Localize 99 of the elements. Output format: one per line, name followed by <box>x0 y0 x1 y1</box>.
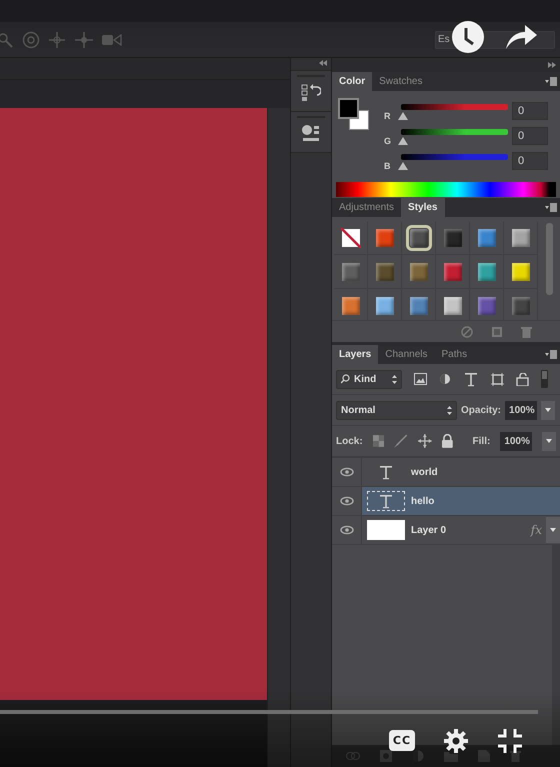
fill-dropdown-button[interactable] <box>542 432 556 450</box>
expand-icon[interactable] <box>548 62 556 68</box>
search-icon <box>341 374 350 384</box>
style-swatch[interactable] <box>342 262 360 280</box>
clock-icon[interactable] <box>452 21 484 53</box>
exit-fullscreen-icon[interactable] <box>498 729 522 753</box>
lock-transparency-icon[interactable] <box>372 435 384 447</box>
move-icon[interactable] <box>418 434 432 448</box>
properties-icon[interactable] <box>301 124 321 144</box>
history-icon[interactable] <box>301 83 321 103</box>
color-spectrum[interactable] <box>336 182 556 197</box>
style-swatch[interactable] <box>410 228 428 246</box>
stepper-icon <box>447 406 452 414</box>
color-slider[interactable] <box>398 102 508 120</box>
style-swatch[interactable] <box>376 228 394 246</box>
slider-thumb-icon[interactable] <box>398 112 408 120</box>
style-swatch[interactable] <box>444 262 462 280</box>
shape-filter-icon[interactable] <box>491 372 504 386</box>
blend-mode-label: Normal <box>341 404 376 416</box>
color-swatches[interactable] <box>338 98 372 132</box>
layer-name: world <box>411 466 439 478</box>
share-icon[interactable] <box>506 22 538 50</box>
no-style-icon[interactable] <box>340 228 360 248</box>
slider-thumb-icon[interactable] <box>398 162 408 170</box>
panel-tab[interactable]: Layers <box>332 345 378 364</box>
style-swatch[interactable] <box>410 262 428 280</box>
channel-value-field[interactable]: 0 <box>512 102 548 120</box>
opacity-dropdown-button[interactable] <box>541 400 556 420</box>
layer-name: hello <box>411 496 436 506</box>
eye-icon[interactable] <box>338 496 354 506</box>
style-swatch[interactable] <box>342 296 360 314</box>
collapse-icon[interactable] <box>319 60 327 66</box>
panel-menu-icon[interactable] <box>545 77 557 86</box>
adjustment-filter-icon[interactable] <box>439 373 451 385</box>
type-icon <box>378 464 394 480</box>
panel-tab[interactable]: Swatches <box>372 72 430 91</box>
scrollbar[interactable] <box>546 223 552 295</box>
color-slider[interactable] <box>398 126 508 144</box>
fill-label: Fill: <box>472 436 490 446</box>
effects-label: fx <box>530 523 542 537</box>
pan-icon[interactable] <box>74 30 94 48</box>
panel-menu-icon[interactable] <box>545 350 557 359</box>
channel-label: B <box>384 161 392 171</box>
layer-row[interactable]: hello <box>332 487 560 516</box>
effects-toggle-button[interactable] <box>546 517 560 543</box>
lock-label: Lock: <box>336 436 363 446</box>
filter-label: Kind <box>354 374 376 384</box>
smart-object-filter-icon[interactable] <box>516 372 529 386</box>
rotate-icon[interactable] <box>22 30 40 48</box>
eye-icon[interactable] <box>338 525 354 535</box>
blend-mode-select[interactable]: Normal <box>336 400 457 420</box>
style-swatch[interactable] <box>512 296 530 314</box>
style-swatch[interactable] <box>376 296 394 314</box>
clear-style-icon[interactable] <box>461 326 473 338</box>
caret-icon <box>550 528 556 532</box>
opacity-label: Opacity: <box>461 404 502 416</box>
captions-button[interactable]: CC <box>389 730 415 751</box>
panel-tab[interactable]: Channels <box>378 345 435 364</box>
type-icon[interactable] <box>463 372 479 386</box>
panel-menu-icon[interactable] <box>545 203 557 212</box>
layer-row[interactable]: Layer 0 fx <box>332 516 560 545</box>
kind-filter-select[interactable]: Kind <box>336 370 402 388</box>
style-swatch[interactable] <box>444 228 462 246</box>
new-style-icon[interactable] <box>491 326 503 338</box>
panel-tab[interactable]: Color <box>332 72 372 91</box>
layer-row[interactable]: world <box>332 458 560 487</box>
filter-toggle-icon[interactable] <box>541 370 548 388</box>
caret-icon <box>546 439 552 443</box>
brush-icon[interactable] <box>394 434 408 448</box>
opacity-field[interactable]: 100% <box>505 400 538 420</box>
video-camera-icon[interactable] <box>102 34 122 46</box>
layer-thumbnail <box>367 520 405 540</box>
style-swatch[interactable] <box>410 296 428 314</box>
panel-tab[interactable]: Paths <box>434 345 474 364</box>
style-swatch[interactable] <box>478 262 496 280</box>
style-swatch[interactable] <box>444 296 462 314</box>
style-swatch[interactable] <box>478 296 496 314</box>
type-icon <box>378 494 394 508</box>
lock-icon[interactable] <box>442 434 453 448</box>
move-icon[interactable] <box>48 30 66 48</box>
layer-name: Layer 0 <box>411 524 448 536</box>
caret-icon <box>545 408 552 412</box>
slider-thumb-icon[interactable] <box>398 136 408 144</box>
style-swatch[interactable] <box>512 228 530 246</box>
channel-value-field[interactable]: 0 <box>512 152 548 170</box>
panel-tab[interactable]: Adjustments <box>332 198 402 217</box>
color-slider[interactable] <box>398 152 508 170</box>
channel-label: G <box>384 136 392 146</box>
fill-field[interactable]: 100% <box>500 432 532 450</box>
panel-tab[interactable]: Styles <box>401 198 444 217</box>
stepper-icon <box>392 374 397 384</box>
eye-icon[interactable] <box>338 467 354 477</box>
image-filter-icon[interactable] <box>414 373 427 385</box>
style-swatch[interactable] <box>376 262 394 280</box>
style-swatch[interactable] <box>478 228 496 246</box>
channel-label: R <box>384 111 392 121</box>
style-swatch[interactable] <box>512 262 530 280</box>
zoom-icon[interactable] <box>0 32 14 48</box>
channel-value-field[interactable]: 0 <box>512 126 548 144</box>
